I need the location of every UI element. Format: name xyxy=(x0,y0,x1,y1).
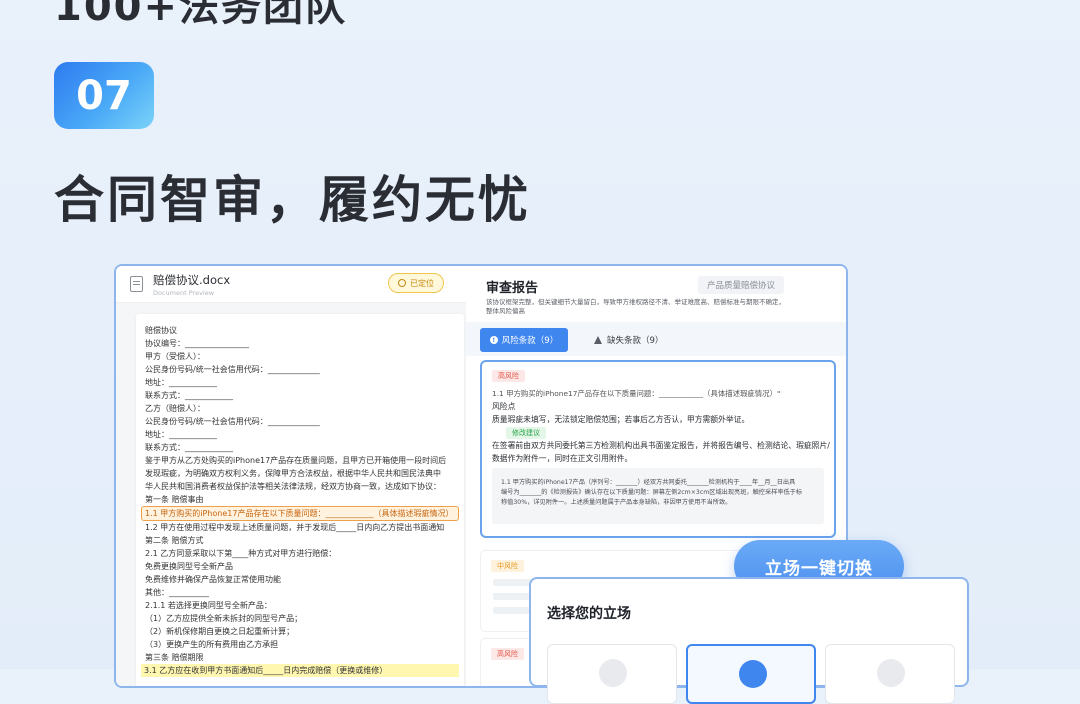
suggested-clause-line: 1.1 甲方购买的iPhone17产品（序列号：_______）经双方共同委托_… xyxy=(501,479,796,486)
report-summary-line: 整体风险偏高 xyxy=(486,307,525,315)
report-tabs: ! 风险条款（9） 缺失条款（9） xyxy=(466,322,846,356)
document-line: 2.1 乙方同意采取以下第____种方式对甲方进行赔偿： xyxy=(145,549,337,558)
risk-level-badge: 高风险 xyxy=(491,648,524,660)
document-icon xyxy=(130,276,143,292)
suggestion-line: 在签署前由双方共同委托第三方检测机构出具书面鉴定报告，并将报告编号、检测结论、瑕… xyxy=(492,441,830,450)
document-line: 第一条 赔偿事由 xyxy=(145,495,204,504)
tab-risk-label: 风险条款（9） xyxy=(501,336,559,346)
document-line: 1.2 甲方在使用过程中发现上述质量问题，并于发现后_____日内向乙方提出书面… xyxy=(145,523,445,532)
document-line: 联系方式：____________ xyxy=(145,391,233,400)
contract-type-tag: 产品质量赔偿协议 xyxy=(698,276,785,294)
risk-clause: 1.1 甲方购买的iPhone17产品存在以下质量问题：____________… xyxy=(492,389,781,398)
suggestion-line: 数据作为附件一，同时在正文引用附件。 xyxy=(492,454,633,463)
document-line: 乙方（赔偿人）： xyxy=(145,404,205,413)
report-title: 审查报告 xyxy=(486,281,539,296)
document-line: 协议编号：________________ xyxy=(145,339,249,348)
document-line: 赔偿协议 xyxy=(145,326,177,335)
page-top-text: 100+法务团队 xyxy=(54,0,348,30)
document-line: 地址：____________ xyxy=(145,430,217,439)
document-page: 赔偿协议协议编号：________________ 甲方（受偿人）： 公民身份号码/… xyxy=(136,314,464,686)
report-summary-line: 该协议框架完整，但关键细节大量留白，导致甲方维权路径不清、举证难度高、赔偿标准与… xyxy=(486,298,785,306)
warning-icon xyxy=(594,336,602,344)
document-line: 2.1.1 若选择更换同型号全新产品： xyxy=(145,601,272,610)
document-line: 免费更换同型号全新产品 xyxy=(145,562,233,571)
tab-missing-label: 缺失条款（9） xyxy=(607,336,664,346)
locate-button[interactable]: 已定位 xyxy=(388,273,444,293)
risk-level-badge: 中风险 xyxy=(491,560,524,572)
suggestion-badge: 修改建议 xyxy=(506,427,546,439)
info-icon: ! xyxy=(489,336,498,344)
document-line: 地址：____________ xyxy=(145,378,217,387)
tab-missing-clauses[interactable]: 缺失条款（9） xyxy=(594,328,663,352)
document-pane: 赔偿协议.docx Document Preview 已定位 赔偿协议协议编号：… xyxy=(116,266,466,686)
stance-option-selected[interactable] xyxy=(686,644,816,704)
risk-level-badge: 高风险 xyxy=(492,370,525,382)
stance-option[interactable] xyxy=(825,644,955,704)
tab-risk-clauses[interactable]: ! 风险条款（9） xyxy=(480,328,568,352)
section-number-badge: 07 xyxy=(54,62,154,129)
document-line: 甲方（受偿人）： xyxy=(145,352,205,361)
stance-option[interactable] xyxy=(547,644,677,704)
page-headline: 合同智审，履约无忧 xyxy=(54,171,531,229)
highlighted-clause[interactable]: 1.1 甲方购买的iPhone17产品存在以下质量问题：____________… xyxy=(141,506,459,521)
document-line: 华人民共和国消费者权益保护法等相关法律法规，经双方协商一致，达成如下协议： xyxy=(145,482,441,491)
document-subtitle: Document Preview xyxy=(153,288,215,297)
document-line: 发现瑕疵，为明确双方权利义务，保障甲方合法权益，根据中华人民共和国民法典中 xyxy=(145,469,441,478)
user-icon xyxy=(599,659,627,687)
document-header: 赔偿协议.docx Document Preview 已定位 xyxy=(116,266,466,303)
report-summary: 该协议框架完整，但关键细节大量留白，导致甲方维权路径不清、举证难度高、赔偿标准与… xyxy=(486,298,806,316)
suggested-clause-line: 称值30%，详见附件一。上述质量问题属于产品本身缺陷，非因甲方使用不当所致。 xyxy=(501,499,732,506)
document-title: 赔偿协议.docx xyxy=(153,272,231,287)
document-line: 公民身份号码/统一社会信用代码：_____________ xyxy=(145,417,320,426)
document-line: 第二条 赔偿方式 xyxy=(145,536,204,545)
document-line: 第三条 赔偿期限 xyxy=(145,653,204,662)
document-line: 免费维修并确保产品恢复正常使用功能 xyxy=(145,575,281,584)
stance-selector-panel: 选择您的立场 xyxy=(529,577,969,704)
user-icon xyxy=(877,659,905,687)
document-line: 其他：__________ xyxy=(145,588,209,597)
document-line: （2）新机保修期自更换之日起重新计算； xyxy=(145,627,295,636)
document-line: 3.1 乙方应在收到甲方书面通知后_____日内完成赔偿（更换或维修） xyxy=(141,664,459,677)
risk-card[interactable]: 高风险 1.1 甲方购买的iPhone17产品存在以下质量问题：________… xyxy=(480,360,836,538)
stance-title: 选择您的立场 xyxy=(547,606,631,622)
document-line: 鉴于甲方从乙方处购买的iPhone17产品存在质量问题，且甲方已开箱使用一段时间… xyxy=(145,456,447,465)
document-line: （1）乙方应提供全新未拆封的同型号产品； xyxy=(145,614,303,623)
search-icon xyxy=(398,279,406,287)
document-line: 联系方式：____________ xyxy=(145,443,233,452)
risk-point-label: 风险点 xyxy=(492,402,516,411)
locate-label: 已定位 xyxy=(410,278,434,288)
document-line: （3）更换产生的所有费用由乙方承担 xyxy=(145,640,279,649)
risk-point-text: 质量瑕疵未填写，无法锁定赔偿范围；若事后乙方否认，甲方需额外举证。 xyxy=(492,415,750,424)
document-line: 公民身份号码/统一社会信用代码：_____________ xyxy=(145,365,320,374)
user-icon xyxy=(739,660,767,688)
suggested-clause-line: 编号为_______的《检测报告》确认存在以下质量问题：屏幕左侧2cm×3cm区… xyxy=(501,489,803,496)
suggested-clause-box: 1.1 甲方购买的iPhone17产品（序列号：_______）经双方共同委托_… xyxy=(492,468,824,524)
